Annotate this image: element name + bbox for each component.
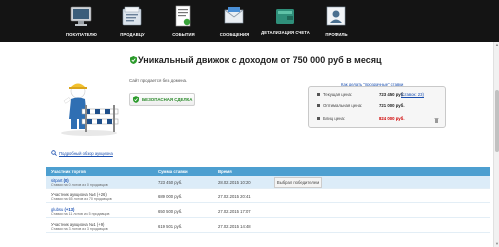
bid-sum: 619 501 руб.	[158, 224, 183, 229]
wallet-icon	[276, 9, 294, 24]
monitor-icon	[70, 6, 92, 26]
bids-table-header: Участник торгов Сумма ставки Время	[46, 167, 490, 176]
main-nav: ПОКУПАТЕЛЮ ПРОДАВЦУ СОБЫТИЯ СООБЩЕНИЯ ДЕ…	[56, 0, 362, 42]
envelope-icon	[224, 7, 244, 24]
lot-note: Сайт продается без домена.	[129, 78, 188, 83]
table-row: glubsu (+13) Ставки на 11 лотов из 5 про…	[46, 205, 490, 218]
bid-time: 27.02.2015 20:41	[218, 194, 251, 199]
optimal-price-value: 721 000 руб.	[379, 103, 405, 108]
column-header-time: Время	[218, 169, 232, 174]
magnifier-icon	[51, 150, 57, 156]
winner-button[interactable]: Выбрал победителем	[274, 177, 322, 188]
bid-time: 28.02.2015 10:20	[218, 180, 251, 185]
bid-time: 27.02.2015 17:07	[218, 209, 251, 214]
bidder-cell: sitpart (0)	[51, 178, 69, 183]
nav-label: СОБЫТИЯ	[172, 32, 195, 37]
bidder-subtext: Ставки на 0 лотов из 0 продавцов	[51, 183, 108, 187]
nav-label: ПОКУПАТЕЛЮ	[66, 32, 97, 37]
nav-item-messages[interactable]: СООБЩЕНИЯ	[209, 0, 260, 42]
nav-item-buyer[interactable]: ПОКУПАТЕЛЮ	[56, 0, 107, 42]
bidder-subtext: Ставки на 3 лотов из 3 продавцов	[51, 227, 108, 231]
review-link-text: Подробный обзор аукциона	[59, 150, 113, 156]
bid-sum: 723 450 руб.	[158, 180, 183, 185]
nav-label: ПРОДАВЦУ	[120, 32, 145, 37]
blitz-price-value: 824 000 руб.	[379, 116, 405, 121]
shield-check-icon	[133, 96, 139, 103]
nav-label: ДЕТАЛИЗАЦИЯ СЧЕТА	[261, 30, 310, 35]
user-icon	[326, 6, 346, 26]
bidder-cell: Участник аукциона №4 (+26)	[51, 191, 107, 197]
bid-time: 27.02.2015 14:48	[218, 224, 251, 229]
optimal-price-row: Оптимальная цена: 721 000 руб.	[317, 103, 405, 108]
bidder-subtext: Ставки на 65 лотов из 70 продавцов	[51, 197, 112, 201]
bid-sum: 689 000 руб.	[158, 194, 183, 199]
bids-count-link[interactable]: (ставок: 23)	[401, 92, 424, 97]
bid-sum: 650 500 руб.	[158, 209, 183, 214]
nav-item-events[interactable]: СОБЫТИЯ	[158, 0, 209, 42]
bullet-icon	[317, 103, 320, 107]
current-price-row: Текущая цена: 723 450 руб. (ставок: 23)	[317, 92, 424, 97]
bidder-count: (0)	[63, 177, 69, 183]
worker-construction-illustration	[61, 83, 119, 136]
trash-icon[interactable]	[434, 117, 439, 123]
folder-icon	[122, 6, 142, 26]
column-header-bidder: Участник торгов	[51, 169, 86, 174]
scrollbar-thumb[interactable]	[495, 90, 499, 152]
column-header-sum: Сумма ставки	[158, 169, 188, 174]
bidder-link[interactable]: glubsu	[51, 207, 63, 212]
top-navigation-bar: ПОКУПАТЕЛЮ ПРОДАВЦУ СОБЫТИЯ СООБЩЕНИЯ ДЕ…	[0, 0, 499, 42]
page-title: Уникальный движок с доходом от 750 000 р…	[130, 55, 382, 65]
safe-deal-label: БЕЗОПАСНАЯ СДЕЛКА	[142, 97, 193, 102]
nav-item-profile[interactable]: ПРОФИЛЬ	[311, 0, 362, 42]
page-scrollbar[interactable]: ▲ ▼	[493, 42, 499, 247]
nav-label: ПРОФИЛЬ	[325, 32, 348, 37]
nav-label: СООБЩЕНИЯ	[219, 32, 250, 37]
document-icon	[175, 5, 191, 27]
bidder-link[interactable]: sitpart	[51, 178, 62, 183]
current-price-label: Текущая цена:	[323, 92, 353, 97]
bullet-icon	[317, 92, 320, 96]
bidder-subtext: Ставки на 11 лотов из 5 продавцов	[51, 212, 110, 216]
price-panel: Текущая цена: 723 450 руб. (ставок: 23) …	[308, 86, 446, 128]
safe-deal-button[interactable]: БЕЗОПАСНАЯ СДЕЛКА	[129, 93, 195, 106]
blitz-price-label: Блиц цена:	[323, 116, 346, 121]
nav-item-seller[interactable]: ПРОДАВЦУ	[107, 0, 158, 42]
table-row: sitpart (0) Ставки на 0 лотов из 0 прода…	[46, 176, 490, 189]
nav-item-account[interactable]: ДЕТАЛИЗАЦИЯ СЧЕТА	[260, 0, 311, 42]
optimal-price-label: Оптимальная цена:	[323, 103, 363, 108]
bidder-cell: glubsu (+13)	[51, 207, 74, 212]
bidder-cell: Участник аукциона №1 (+9)	[51, 221, 105, 227]
shield-check-icon	[130, 56, 137, 64]
blitz-price-row: Блиц цена: 824 000 руб.	[317, 116, 405, 121]
title-text: Уникальный движок с доходом от 750 000 р…	[138, 55, 382, 65]
auction-review-link[interactable]: Подробный обзор аукциона	[51, 150, 113, 156]
scroll-up-icon[interactable]: ▲	[494, 42, 499, 48]
table-row: Участник аукциона №4 (+26) Ставки на 65 …	[46, 190, 490, 203]
bullet-icon	[317, 116, 320, 120]
scroll-down-icon[interactable]: ▼	[494, 241, 499, 247]
bidder-count: (+13)	[64, 206, 75, 212]
table-row: Участник аукциона №1 (+9) Ставки на 3 ло…	[46, 220, 490, 233]
